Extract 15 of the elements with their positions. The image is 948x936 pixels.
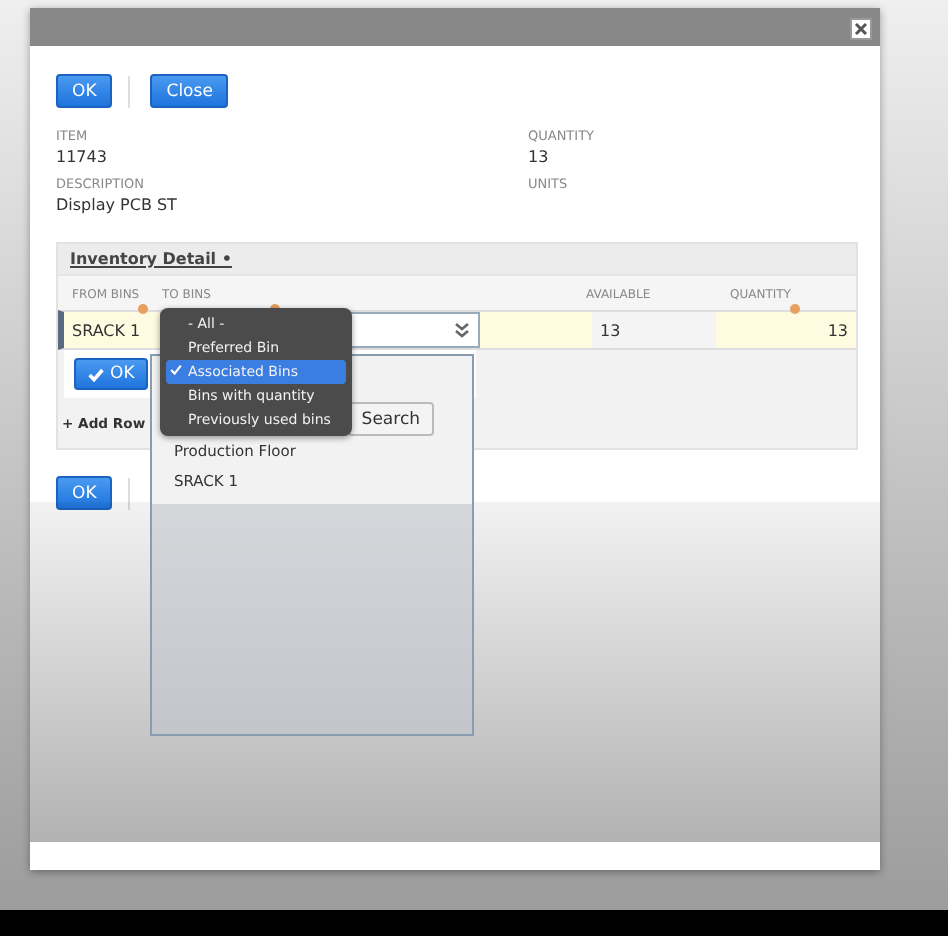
field-value: 13 (528, 148, 551, 166)
section-title: Inventory Detail • (58, 244, 856, 274)
check-icon (88, 367, 104, 381)
ok-button[interactable]: OK (74, 358, 149, 390)
field-value: Display PCB ST (56, 196, 179, 214)
check-icon (170, 364, 182, 376)
field-value: 11743 (56, 148, 109, 166)
close-button[interactable]: Close (150, 74, 229, 108)
search-button[interactable]: Search (347, 402, 434, 436)
ok-button[interactable]: OK (56, 476, 113, 510)
table-cell: 13 (592, 312, 716, 348)
close-icon[interactable] (850, 18, 872, 40)
ok-button[interactable]: OK (56, 74, 113, 108)
double-chevron-icon (454, 322, 470, 338)
table-cell[interactable]: 13 (716, 312, 856, 348)
